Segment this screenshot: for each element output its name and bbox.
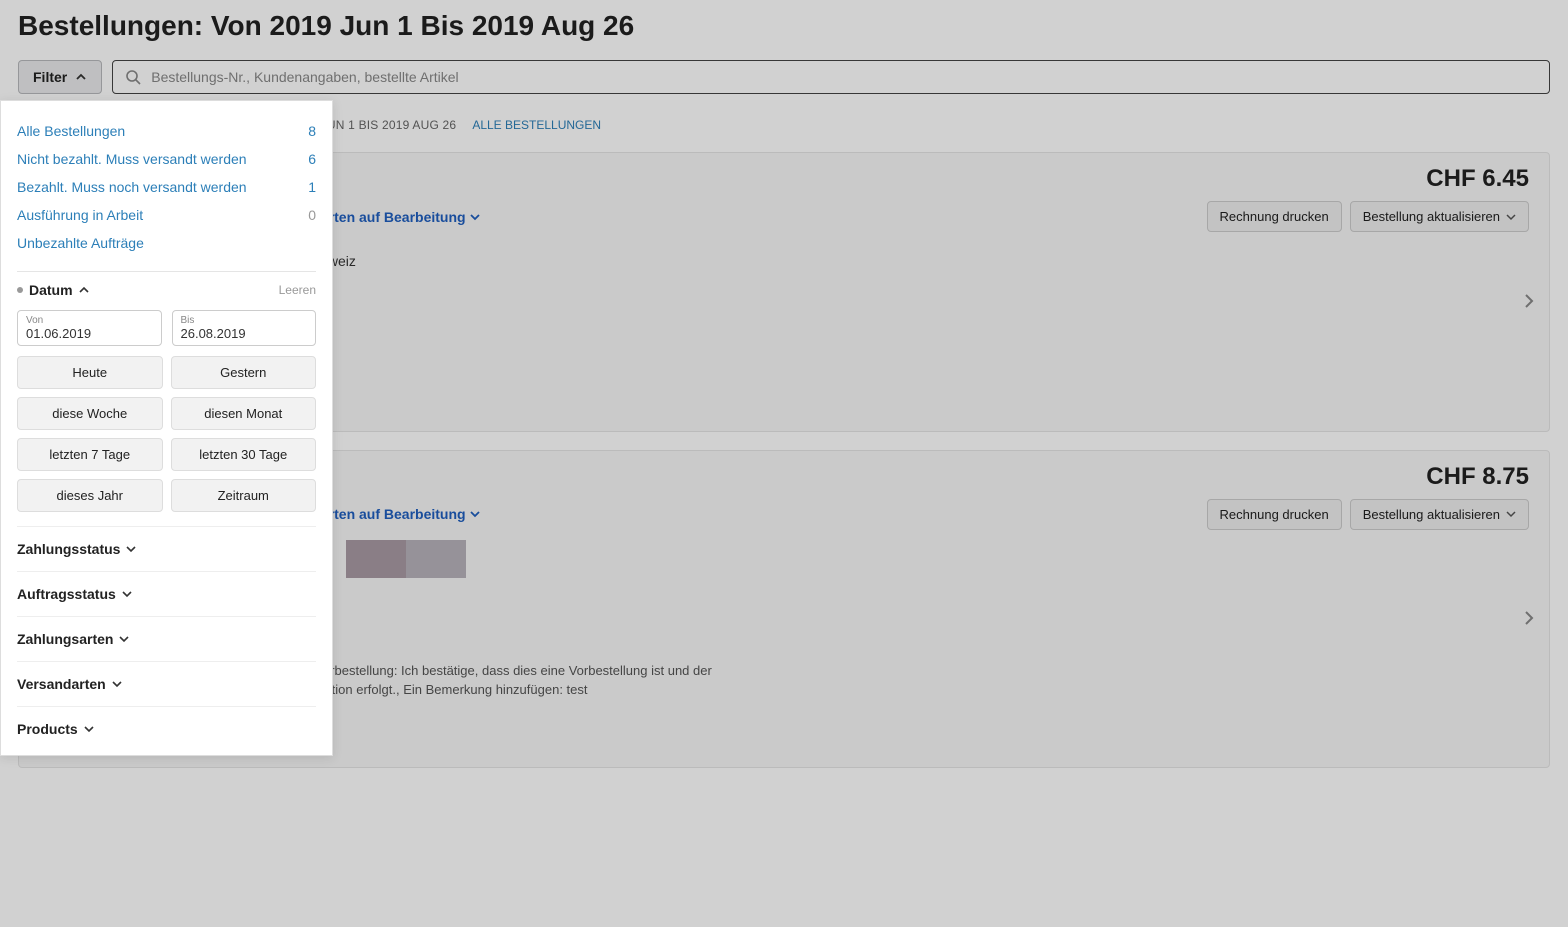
quick-date-this-year[interactable]: dieses Jahr	[17, 479, 163, 512]
date-section-title: Datum	[29, 282, 73, 298]
quick-date-this-month[interactable]: diesen Monat	[171, 397, 317, 430]
filter-panel: Alle Bestellungen 8 Nicht bezahlt. Muss v…	[0, 100, 333, 756]
quick-date-yesterday[interactable]: Gestern	[171, 356, 317, 389]
date-to-input[interactable]: Bis 26.08.2019	[172, 310, 317, 346]
section-label: Products	[17, 721, 78, 737]
filter-link-fulfilling[interactable]: Ausführung in Arbeit	[17, 207, 143, 223]
chevron-down-icon	[112, 679, 122, 689]
filter-count: 6	[308, 151, 316, 167]
filter-link-unpaid-ship[interactable]: Nicht bezahlt. Muss versandt werden	[17, 151, 247, 167]
section-order-status[interactable]: Auftragsstatus	[17, 571, 316, 616]
chevron-up-icon	[79, 285, 89, 295]
section-payment-status[interactable]: Zahlungsstatus	[17, 526, 316, 571]
date-from-label: Von	[26, 315, 153, 326]
chevron-down-icon	[126, 544, 136, 554]
quick-date-this-week[interactable]: diese Woche	[17, 397, 163, 430]
filter-link-paid-ship[interactable]: Bezahlt. Muss noch versandt werden	[17, 179, 247, 195]
date-from-value: 01.06.2019	[26, 326, 153, 341]
date-to-label: Bis	[181, 315, 308, 326]
section-label: Auftragsstatus	[17, 586, 116, 602]
active-dot-icon	[17, 287, 23, 293]
date-to-value: 26.08.2019	[181, 326, 308, 341]
section-payment-methods[interactable]: Zahlungsarten	[17, 616, 316, 661]
chevron-down-icon	[84, 724, 94, 734]
quick-date-today[interactable]: Heute	[17, 356, 163, 389]
chevron-down-icon	[122, 589, 132, 599]
quick-date-last-30[interactable]: letzten 30 Tage	[171, 438, 317, 471]
section-products[interactable]: Products	[17, 706, 316, 751]
section-label: Zahlungsarten	[17, 631, 113, 647]
quick-date-last-7[interactable]: letzten 7 Tage	[17, 438, 163, 471]
date-section-toggle[interactable]: Datum	[17, 282, 89, 298]
quick-date-range[interactable]: Zeitraum	[171, 479, 317, 512]
filter-link-all-orders[interactable]: Alle Bestellungen	[17, 123, 125, 139]
filter-count: 1	[308, 179, 316, 195]
section-shipping-methods[interactable]: Versandarten	[17, 661, 316, 706]
chevron-down-icon	[119, 634, 129, 644]
clear-date-link[interactable]: Leeren	[279, 283, 316, 297]
filter-count: 8	[308, 123, 316, 139]
section-label: Zahlungsstatus	[17, 541, 120, 557]
filter-link-unpaid-orders[interactable]: Unbezahlte Aufträge	[17, 235, 144, 251]
date-from-input[interactable]: Von 01.06.2019	[17, 310, 162, 346]
section-label: Versandarten	[17, 676, 106, 692]
filter-count: 0	[308, 207, 316, 223]
